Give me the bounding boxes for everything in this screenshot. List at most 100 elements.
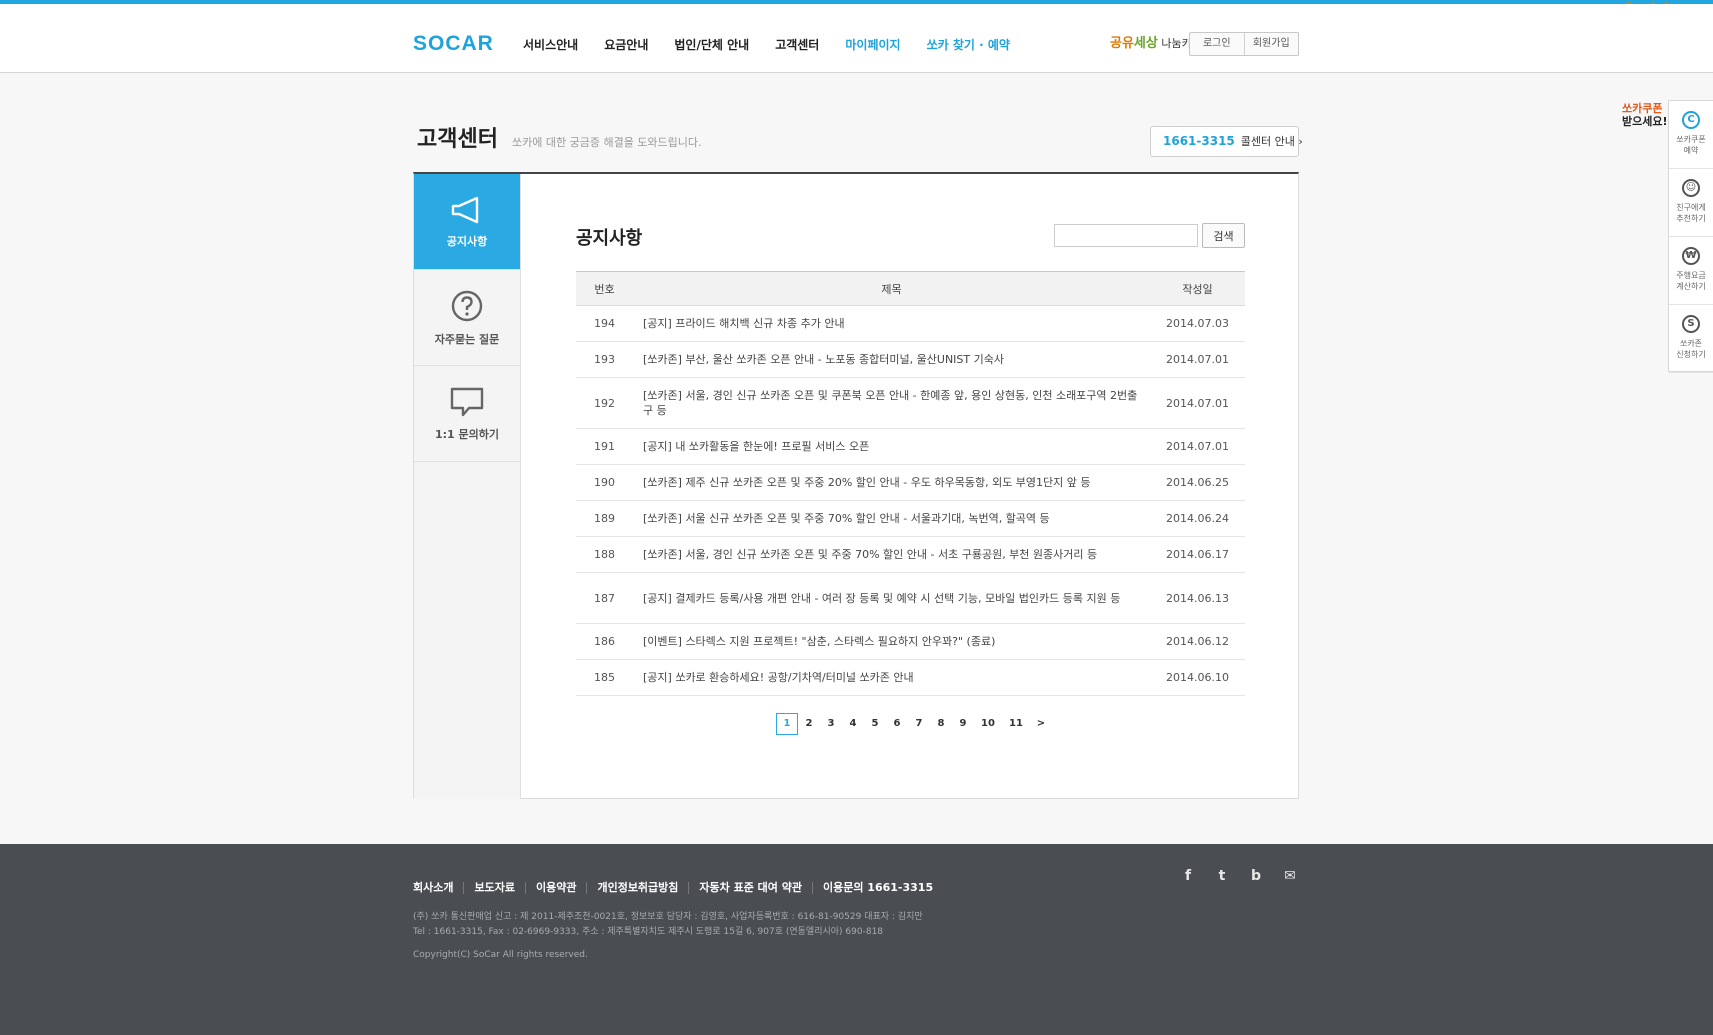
content-panel: 공지사항 자주묻는 질문 1:1 문의하기 공지사항 검색 번호 제목 작성일 (413, 172, 1299, 799)
quick-recommend[interactable]: ☺ 친구에게 추천하기 (1669, 169, 1713, 237)
table-row[interactable]: 191 [공지] 내 쏘카활동을 한눈에! 프로필 서비스 오픈 2014.07… (576, 428, 1245, 465)
quick-label: 친구에게 (1676, 203, 1706, 212)
quick-fare-calc[interactable]: ₩ 주행요금 계산하기 (1669, 237, 1713, 305)
page-link-7[interactable]: 7 (908, 714, 930, 734)
call-number: 1661-3315 (1163, 134, 1235, 148)
page-link-11[interactable]: 11 (1002, 714, 1030, 734)
row-date: 2014.07.01 (1150, 377, 1245, 429)
row-title-link[interactable]: [공지] 내 쏘카활동을 한눈에! 프로필 서비스 오픈 (633, 428, 1150, 465)
nav-service[interactable]: 서비스안내 (523, 36, 578, 53)
row-title-link[interactable]: [쏘카존] 서울, 경인 신규 쏘카존 오픈 및 주중 70% 할인 안내 - … (633, 536, 1150, 573)
footer-link-press[interactable]: 보도자료 (463, 882, 524, 894)
footer-link-about[interactable]: 회사소개 (413, 882, 463, 894)
table-row[interactable]: 185 [공지] 쏘카로 환승하세요! 공항/기차역/터미널 쏘카존 안내 20… (576, 659, 1245, 696)
quick-coupon[interactable]: C 쏘카쿠폰 예약 (1669, 101, 1713, 169)
row-title-link[interactable]: [공지] 프라이드 해치백 신규 차종 추가 안내 (633, 305, 1150, 342)
table-row[interactable]: 193 [쏘카존] 부산, 울산 쏘카존 오픈 안내 - 노포동 종합터미널, … (576, 341, 1245, 378)
table-row[interactable]: 186 [이벤트] 스타렉스 지원 프로젝트! "삼춘, 스타렉스 필요하지 안… (576, 623, 1245, 660)
row-title-link[interactable]: [쏘카존] 제주 신규 쏘카존 오픈 및 주중 20% 할인 안내 - 우도 하… (633, 464, 1150, 501)
table-header-row: 번호 제목 작성일 (576, 271, 1245, 306)
page-link-5[interactable]: 5 (864, 714, 886, 734)
side-nav-faq[interactable]: 자주묻는 질문 (414, 270, 520, 366)
row-number: 188 (576, 536, 633, 573)
row-title-link[interactable]: [쏘카존] 부산, 울산 쏘카존 오픈 안내 - 노포동 종합터미널, 울산UN… (633, 341, 1150, 378)
row-date: 2014.06.12 (1150, 623, 1245, 660)
row-title-link[interactable]: [이벤트] 스타렉스 지원 프로젝트! "삼춘, 스타렉스 필요하지 안우꽈?"… (633, 623, 1150, 660)
page-link-6[interactable]: 6 (886, 714, 908, 734)
table-row[interactable]: 192 [쏘카존] 서울, 경인 신규 쏘카존 오픈 및 쿠폰북 오픈 안내 -… (576, 377, 1245, 429)
site-header: SOCAR 서비스안내 요금안내 법인/단체 안내 고객센터 마이페이지 쏘카 … (0, 4, 1713, 73)
call-center-button[interactable]: 1661-3315 콜센터 안내 › (1150, 126, 1303, 157)
table-row[interactable]: 194 [공지] 프라이드 해치백 신규 차종 추가 안내 2014.07.03 (576, 305, 1245, 342)
footer-link-terms[interactable]: 이용약관 (524, 882, 586, 894)
side-nav-label: 공지사항 (446, 234, 488, 248)
quick-label: 신청하기 (1676, 350, 1706, 359)
nav-pricing[interactable]: 요금안내 (604, 36, 648, 53)
table-row[interactable]: 189 [쏘카존] 서울 신규 쏘카존 오픈 및 주중 70% 할인 안내 - … (576, 500, 1245, 537)
search-input[interactable] (1054, 224, 1198, 247)
chat-bubble-icon (450, 387, 484, 416)
page-link-10[interactable]: 10 (974, 714, 1002, 734)
page-link-2[interactable]: 2 (798, 714, 820, 734)
nav-support[interactable]: 고객센터 (775, 36, 819, 53)
share-logo-part1: 공유 (1110, 36, 1134, 51)
side-nav-notice[interactable]: 공지사항 (414, 174, 520, 270)
footer-link-contact[interactable]: 이용문의 1661-3315 (812, 882, 943, 894)
footer-link-privacy[interactable]: 개인정보취급방침 (586, 882, 688, 894)
socar-logo[interactable]: SOCAR (413, 32, 494, 56)
page-link-4[interactable]: 4 (842, 714, 864, 734)
signup-button[interactable]: 회원가입 (1243, 33, 1299, 55)
row-number: 194 (576, 305, 633, 342)
side-nav-label: 1:1 문의하기 (434, 427, 500, 441)
quick-label: 예약 (1683, 146, 1699, 155)
share-logo-part2: 세상 (1133, 36, 1158, 51)
row-date: 2014.06.10 (1150, 659, 1245, 696)
table-row[interactable]: 187 [공지] 결제카드 등록/사용 개편 안내 - 여러 장 등록 및 예약… (576, 572, 1245, 624)
row-title-link[interactable]: [공지] 결제카드 등록/사용 개편 안내 - 여러 장 등록 및 예약 시 선… (633, 572, 1150, 624)
notice-title: 공지사항 (576, 228, 643, 249)
table-row[interactable]: 190 [쏘카존] 제주 신규 쏘카존 오픈 및 주중 20% 할인 안내 - … (576, 464, 1245, 501)
twitter-icon[interactable]: t (1214, 868, 1230, 884)
page-link-8[interactable]: 8 (930, 714, 952, 734)
col-date: 작성일 (1150, 271, 1245, 306)
row-date: 2014.06.24 (1150, 500, 1245, 537)
row-date: 2014.06.13 (1150, 572, 1245, 624)
copyright: Copyright(C) SoCar All rights reserved. (413, 950, 588, 960)
footer-link-rental-terms[interactable]: 자동차 표준 대여 약관 (688, 882, 812, 894)
row-date: 2014.07.03 (1150, 305, 1245, 342)
coupon-callout-line1: 쏘카쿠폰 (1622, 102, 1663, 115)
facebook-icon[interactable]: f (1180, 868, 1196, 884)
nav-mypage[interactable]: 마이페이지 (845, 36, 900, 53)
row-title-link[interactable]: [쏘카존] 서울 신규 쏘카존 오픈 및 주중 70% 할인 안내 - 서울과기… (633, 500, 1150, 537)
row-number: 186 (576, 623, 633, 660)
quick-label: 쏘카쿠폰 (1676, 135, 1706, 144)
login-button[interactable]: 로그인 (1190, 33, 1244, 55)
nav-find-reserve[interactable]: 쏘카 찾기 · 예약 (927, 36, 1010, 53)
quick-zone-request[interactable]: S 쏘카존 신청하기 (1669, 305, 1713, 373)
page-link-3[interactable]: 3 (820, 714, 842, 734)
site-footer: 회사소개 보도자료 이용약관 개인정보취급방침 자동차 표준 대여 약관 이용문… (0, 844, 1713, 1035)
page-link-1[interactable]: 1 (776, 713, 798, 735)
coupon-callout-line2: 받으세요! (1622, 115, 1668, 128)
mail-icon[interactable]: ✉ (1282, 868, 1298, 884)
coupon-callout: 쏘카쿠폰 받으세요! (1622, 102, 1672, 128)
page-link-9[interactable]: 9 (952, 714, 974, 734)
next-page-button[interactable]: > (1030, 714, 1052, 734)
blog-icon[interactable]: b (1248, 868, 1264, 884)
side-nav-inquiry[interactable]: 1:1 문의하기 (414, 366, 520, 462)
quick-label: 추천하기 (1676, 214, 1706, 223)
quick-menu: C 쏘카쿠폰 예약 ☺ 친구에게 추천하기 ₩ 주행요금 계산하기 S 쏘카존 … (1668, 100, 1713, 373)
table-row[interactable]: 188 [쏘카존] 서울, 경인 신규 쏘카존 오픈 및 주중 70% 할인 안… (576, 536, 1245, 573)
call-label: 콜센터 안내 › (1240, 135, 1303, 148)
row-title-link[interactable]: [공지] 쏘카로 환승하세요! 공항/기차역/터미널 쏘카존 안내 (633, 659, 1150, 696)
share-city-logo[interactable]: 공유세상 나눔카 (1110, 32, 1192, 51)
nav-corporate[interactable]: 법인/단체 안내 (674, 36, 749, 53)
page-description: 쏘카에 대한 궁금증 해결을 도와드립니다. (512, 136, 702, 149)
row-number: 185 (576, 659, 633, 696)
search-button[interactable]: 검색 (1202, 223, 1245, 248)
smile-icon: ☺ (1682, 179, 1700, 197)
row-date: 2014.07.01 (1150, 341, 1245, 378)
row-title-link[interactable]: [쏘카존] 서울, 경인 신규 쏘카존 오픈 및 쿠폰북 오픈 안내 - 한예종… (633, 377, 1150, 429)
row-number: 191 (576, 428, 633, 465)
row-number: 192 (576, 377, 633, 429)
